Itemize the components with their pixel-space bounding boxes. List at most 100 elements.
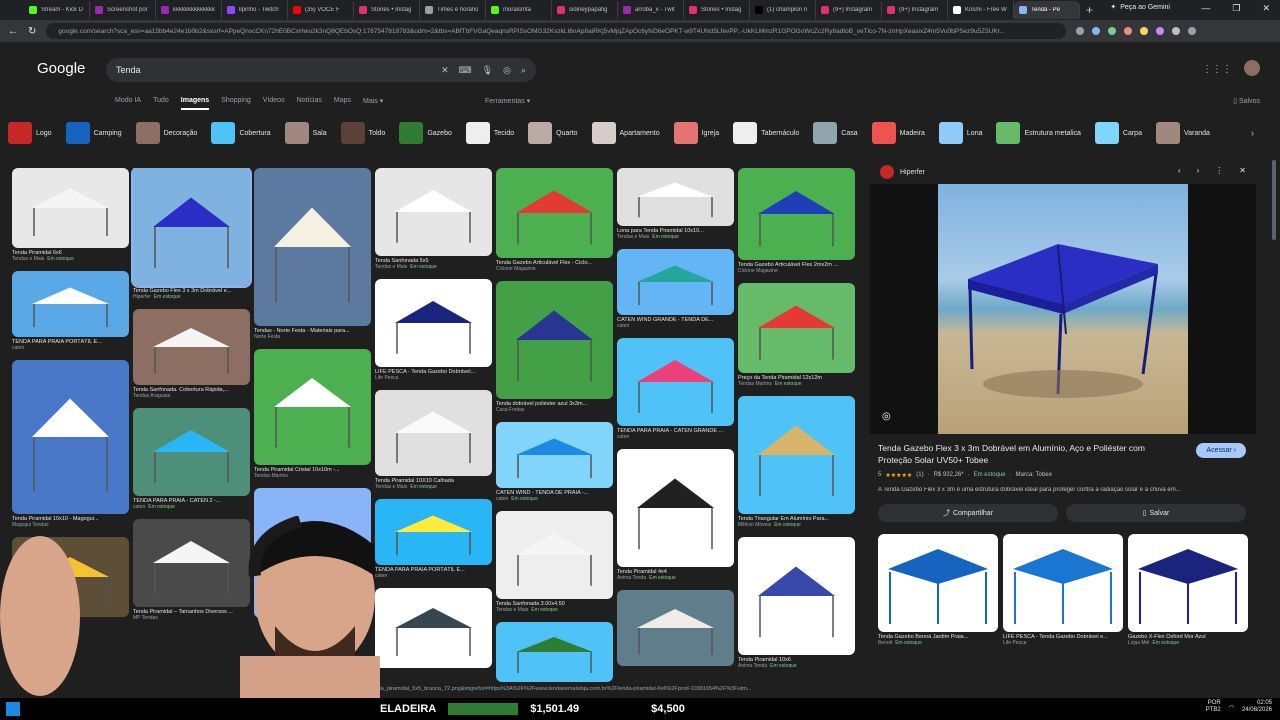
browser-tab[interactable]: Stories • Instag — [684, 1, 750, 19]
browser-tab[interactable]: Kosmi - Free W — [948, 1, 1014, 19]
close-window-button[interactable]: ✕ — [1262, 3, 1270, 14]
minimize-button[interactable]: — — [1201, 3, 1210, 14]
browser-tab[interactable]: arroba_x - Twit — [618, 1, 684, 19]
keyboard-icon[interactable]: ⌨ — [459, 65, 472, 76]
image-result[interactable]: Tenda Triangular Em Alumínio Para... Milê… — [738, 396, 855, 528]
refinement-chip[interactable]: Quarto — [528, 122, 583, 144]
search-input[interactable] — [116, 65, 442, 75]
refinement-chip[interactable]: Sala — [284, 122, 333, 144]
visit-button[interactable]: Acessar › — [1196, 443, 1246, 458]
image-result[interactable]: Tenda Piramidal Cristal 10x10m -... Tenda… — [254, 349, 371, 479]
image-result[interactable] — [496, 622, 613, 682]
site-name[interactable]: Hiperfer — [900, 169, 925, 176]
related-image[interactable]: Tenda Gazebo Benoá Jardim Praia... Benoit… — [878, 534, 998, 646]
related-image[interactable]: Gazebo X-Flex Oxford Mor Azul Lojas Mel Em… — [1128, 534, 1248, 646]
prev-icon[interactable]: ‹ — [1178, 166, 1181, 175]
image-result[interactable]: Tenda Piramidal 10x10 - Magogui... Magogu… — [12, 360, 129, 528]
clear-icon[interactable]: ✕ — [441, 65, 449, 76]
image-result[interactable]: Tenda Sanfonada 5x5 Tendas e Mais Em estoq… — [375, 168, 492, 270]
browser-tab[interactable]: lipinho - Twitch — [222, 1, 288, 19]
image-result[interactable]: Tenda Piramidal 10x6 Anima Tenda Em estoqu… — [738, 537, 855, 669]
search-tab[interactable]: Imagens — [180, 97, 210, 110]
avatar[interactable] — [1244, 60, 1260, 76]
image-result[interactable]: Tenda Piramidal 4x4 Anima Tenda Em estoque — [617, 449, 734, 581]
search-tab[interactable]: Shopping — [221, 97, 251, 110]
browser-tab[interactable]: Stream - Kick D — [24, 1, 90, 19]
preview-title[interactable]: Tenda Gazebo Flex 3 x 3m Dobrável em Alu… — [878, 442, 1178, 466]
windows-start-icon[interactable] — [6, 702, 20, 716]
mic-icon[interactable]: 🎙 — [482, 65, 493, 76]
refresh-button[interactable]: ↻ — [28, 26, 36, 37]
image-result[interactable]: Tenda Gazebo Articulável Flex - Ciclo...… — [496, 168, 613, 272]
search-tab[interactable]: Vídeos — [263, 97, 285, 110]
image-result[interactable]: CATEN WIND - TENDA DE PRAIA -... caten Em … — [496, 422, 613, 502]
refinement-chip[interactable]: Tabernáculo — [733, 122, 805, 144]
close-icon[interactable]: ✕ — [1239, 166, 1246, 175]
refinement-chip[interactable]: Varanda — [1155, 122, 1216, 144]
image-result[interactable] — [375, 588, 492, 668]
next-icon[interactable]: › — [1197, 166, 1200, 175]
share-button[interactable]: ⤴ Compartilhar — [878, 504, 1058, 522]
browser-tab[interactable]: sidineypapafig — [552, 1, 618, 19]
refinement-chip[interactable]: Gazebo — [399, 122, 458, 144]
image-result[interactable]: Lona para Tenda Piramidal 10x10... Tendas… — [617, 168, 734, 240]
image-result[interactable]: Tenda Gazebo Flex 3 x 3m Dobrável e... Hi… — [131, 168, 252, 300]
clock[interactable]: 02:05 24/08/2026 — [1242, 700, 1272, 714]
new-tab-button[interactable]: + — [1086, 3, 1093, 17]
more-icon[interactable]: ⋮ — [1215, 166, 1223, 175]
image-result[interactable]: TENDA PARA PRAIA - CATEN 2 -... caten Em e… — [133, 408, 250, 510]
browser-tab[interactable]: (1) champion n — [750, 1, 816, 19]
image-result[interactable]: Tenda Gazebo Articulável Flex 2mx2m ... C… — [738, 168, 855, 274]
gemini-button[interactable]: ✦ Peça ao Gemini — [1110, 3, 1170, 12]
search-tab[interactable]: Modo IA — [115, 97, 141, 110]
star-icon[interactable] — [1076, 27, 1085, 35]
back-button[interactable]: ← — [8, 26, 18, 37]
refinement-chip[interactable]: Igreja — [673, 122, 726, 144]
refinement-chip[interactable]: Tecido — [465, 122, 520, 144]
refinement-chip[interactable]: Toldo — [340, 122, 392, 144]
image-result[interactable]: LIFE PESCA - Tenda Gazebo Dobrável... Lif… — [375, 279, 492, 381]
extension-icon[interactable] — [1124, 27, 1133, 35]
browser-tab[interactable]: Times e horário — [420, 1, 486, 19]
browser-tab[interactable]: (9+) Instagram — [816, 1, 882, 19]
scrollbar[interactable] — [1272, 160, 1276, 240]
refinement-chip[interactable]: Logo — [8, 122, 58, 144]
browser-tab[interactable]: moraismta — [486, 1, 552, 19]
maximize-button[interactable]: ❐ — [1232, 3, 1240, 14]
refinement-chip[interactable]: Camping — [65, 122, 128, 144]
image-result[interactable]: Tenda Sanfonada. Cobertura Rápida,... Ten… — [133, 309, 250, 399]
google-logo[interactable]: Google — [37, 60, 85, 77]
search-tab[interactable]: Mais ▾ — [363, 97, 383, 110]
lens-search-icon[interactable]: ◎ — [882, 411, 891, 422]
extension-icon[interactable] — [1140, 27, 1149, 35]
lens-icon[interactable]: ◎ — [503, 65, 511, 76]
refinement-chip[interactable]: Decoração — [135, 122, 204, 144]
image-result[interactable]: Tenda Piramidal 10X10 Calhada Tendas e Ma… — [375, 390, 492, 490]
refinement-chip[interactable]: Madeira — [871, 122, 931, 144]
url-field[interactable]: google.com/search?sca_esv=aa15bb4e24e1b0… — [46, 23, 1067, 39]
refinement-chip[interactable]: Apartamento — [591, 122, 666, 144]
preview-image[interactable]: ◎ — [870, 184, 1256, 434]
extension-icon[interactable] — [1108, 27, 1117, 35]
saved-link[interactable]: ▯ Salvos — [1233, 97, 1260, 105]
chevron-right-icon[interactable]: › — [1251, 128, 1254, 138]
browser-tab[interactable]: Screenshot por — [90, 1, 156, 19]
image-result[interactable]: Tendas - Norte Festa - Materiais para...… — [254, 168, 371, 340]
search-icon[interactable]: ⌕ — [521, 65, 526, 76]
browser-tab[interactable]: Tenda - Pe — [1014, 1, 1080, 19]
image-result[interactable]: TENDA PARA PRAIA PORTÁTIL E... caten — [375, 499, 492, 579]
image-result[interactable]: TENDA PARA PRAIA - CATEN GRANDE ... caten — [617, 338, 734, 440]
browser-tab[interactable]: kkkkkkkkkkkkkk — [156, 1, 222, 19]
image-result[interactable]: CATEN WIND GRANDE - TENDA DE... caten — [617, 249, 734, 329]
search-tab[interactable]: Tudo — [153, 97, 169, 110]
menu-icon[interactable] — [1188, 27, 1197, 35]
extension-icon[interactable] — [1092, 27, 1101, 35]
search-tab[interactable]: Maps — [334, 97, 351, 110]
refinement-chip[interactable]: Casa — [813, 122, 863, 144]
refinement-chip[interactable]: Lona — [938, 122, 989, 144]
apps-grid-icon[interactable]: ⋮⋮⋮ — [1202, 64, 1232, 75]
tools-button[interactable]: Ferramentas ▾ — [485, 97, 530, 105]
profile-icon[interactable] — [1172, 27, 1181, 35]
wifi-icon[interactable]: ◠ — [1229, 704, 1234, 711]
browser-tab[interactable]: Stories • Instag — [354, 1, 420, 19]
